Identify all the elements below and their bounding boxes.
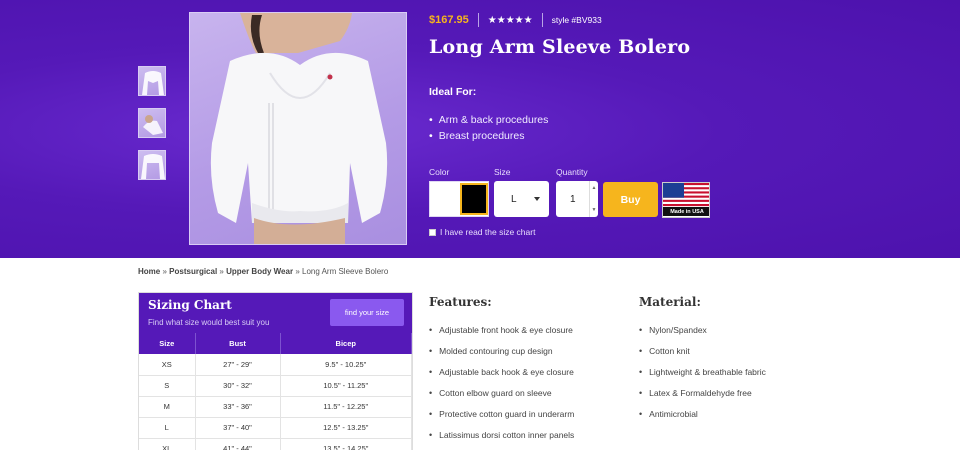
table-header-row: Size Bust Bicep [139, 333, 412, 354]
material-list: Nylon/Spandex Cotton knit Lightweight & … [639, 319, 766, 424]
column-header-size: Size [139, 333, 196, 354]
features-title: Features: [429, 295, 492, 309]
table-cell: 27" - 29" [195, 354, 281, 376]
sizing-chart-title: Sizing Chart [148, 298, 232, 312]
table-cell: 12.5" - 13.25" [280, 417, 412, 439]
list-item: Protective cotton guard in underarm [429, 403, 574, 424]
buy-button[interactable]: Buy [603, 182, 658, 217]
size-select[interactable]: L [494, 181, 549, 217]
breadcrumb-separator: » [162, 267, 167, 276]
caret-down-icon [534, 197, 540, 201]
table-row: XL 41" - 44" 13.5" - 14.25" [139, 438, 412, 450]
made-in-usa-badge: Made in USA [662, 182, 710, 218]
table-row: XS 27" - 29" 9.5" - 10.25" [139, 354, 412, 376]
quantity-stepper[interactable]: 1 ▲ ▼ [556, 181, 598, 217]
color-swatch-black[interactable] [460, 183, 488, 215]
list-item: Lightweight & breathable fabric [639, 361, 766, 382]
breadcrumb-current: Long Arm Sleeve Bolero [302, 267, 389, 276]
color-selector [429, 181, 489, 217]
list-item: Latissimus dorsi cotton inner panels [429, 424, 574, 445]
table-row: M 33" - 36" 11.5" - 12.25" [139, 396, 412, 418]
breadcrumb-link-postsurgical[interactable]: Postsurgical [169, 267, 217, 276]
list-item: Adjustable back hook & eye closure [429, 361, 574, 382]
garment-thumbnail-icon [143, 115, 163, 135]
table-cell: 10.5" - 11.25" [280, 375, 412, 397]
decrement-arrow-icon[interactable]: ▼ [592, 207, 597, 213]
list-item: Nylon/Spandex [639, 319, 766, 340]
quantity-value: 1 [570, 193, 576, 205]
find-your-size-button[interactable]: find your size [330, 299, 404, 326]
quantity-label: Quantity [556, 167, 588, 177]
product-main-image [189, 12, 407, 245]
list-item: Latex & Formaldehyde free [639, 382, 766, 403]
table-cell: 37" - 40" [195, 417, 281, 439]
divider [541, 13, 543, 27]
bolero-garment-illustration [210, 13, 388, 244]
breadcrumb-separator: » [295, 267, 300, 276]
table-cell: XS [139, 354, 196, 376]
sizing-chart-subtitle: Find what size would best suit you [148, 318, 270, 327]
size-label: Size [494, 167, 511, 177]
column-header-bicep: Bicep [280, 333, 412, 354]
breadcrumb-link-upper-body-wear[interactable]: Upper Body Wear [226, 267, 293, 276]
color-swatch-white[interactable] [432, 184, 459, 214]
us-flag-icon [663, 183, 709, 210]
thumbnail-front[interactable] [138, 66, 166, 96]
breadcrumb-link-home[interactable]: Home [138, 267, 160, 276]
table-cell: 30" - 32" [195, 375, 281, 397]
list-item: Cotton elbow guard on sleeve [429, 382, 574, 403]
increment-arrow-icon[interactable]: ▲ [592, 185, 597, 191]
style-code: style #BV933 [551, 15, 602, 25]
list-item: Cotton knit [639, 340, 766, 361]
size-chart-checkbox[interactable]: I have read the size chart [429, 227, 535, 237]
product-hero: $167.95 ★★★★★ style #BV933 Long Arm Slee… [0, 0, 960, 258]
table-cell: S [139, 375, 196, 397]
product-price: $167.95 [429, 14, 469, 26]
column-header-bust: Bust [195, 333, 281, 354]
table-cell: 41" - 44" [195, 438, 281, 450]
list-item: Molded contouring cup design [429, 340, 574, 361]
table-cell: 33" - 36" [195, 396, 281, 418]
list-item: Adjustable front hook & eye closure [429, 319, 574, 340]
product-title: Long Arm Sleeve Bolero [429, 36, 691, 58]
material-title: Material: [639, 295, 701, 309]
ideal-for-list: Arm & back procedures Breast procedures [429, 112, 549, 144]
ideal-for-item: Breast procedures [429, 128, 548, 144]
ideal-for-item: Arm & back procedures [429, 112, 549, 128]
thumbnail-side[interactable] [138, 108, 166, 138]
features-list: Adjustable front hook & eye closure Mold… [429, 319, 574, 445]
price-rating-line: $167.95 ★★★★★ style #BV933 [429, 13, 602, 27]
divider [477, 13, 479, 27]
sizing-table: Size Bust Bicep XS 27" - 29" 9.5" - 10.2… [139, 333, 412, 450]
table-cell: L [139, 417, 196, 439]
made-in-usa-text: Made in USA [663, 207, 709, 216]
table-cell: 13.5" - 14.25" [280, 438, 412, 450]
thumbnail-back[interactable] [138, 150, 166, 180]
size-select-value: L [511, 193, 517, 205]
checkbox-box[interactable] [429, 228, 436, 236]
sizing-chart-panel: Sizing Chart Find what size would best s… [138, 292, 413, 450]
list-item: Antimicrobial [639, 403, 766, 424]
color-label: Color [429, 167, 450, 177]
quantity-spinner[interactable]: ▲ ▼ [589, 181, 598, 217]
star-rating-icon[interactable]: ★★★★★ [488, 15, 533, 26]
garment-thumbnail-icon [141, 154, 165, 179]
table-cell: 9.5" - 10.25" [280, 354, 412, 376]
table-cell: M [139, 396, 196, 418]
ideal-for-label: Ideal For: [429, 86, 477, 98]
size-chart-check-label: I have read the size chart [440, 227, 536, 237]
breadcrumb: Home » Postsurgical » Upper Body Wear » … [138, 267, 388, 276]
breadcrumb-separator: » [219, 267, 224, 276]
table-row: L 37" - 40" 12.5" - 13.25" [139, 417, 412, 439]
table-cell: 11.5" - 12.25" [280, 396, 412, 418]
sizing-chart-header: Sizing Chart Find what size would best s… [139, 293, 412, 333]
table-row: S 30" - 32" 10.5" - 11.25" [139, 375, 412, 397]
garment-thumbnail-icon [142, 71, 164, 95]
table-cell: XL [139, 438, 196, 450]
